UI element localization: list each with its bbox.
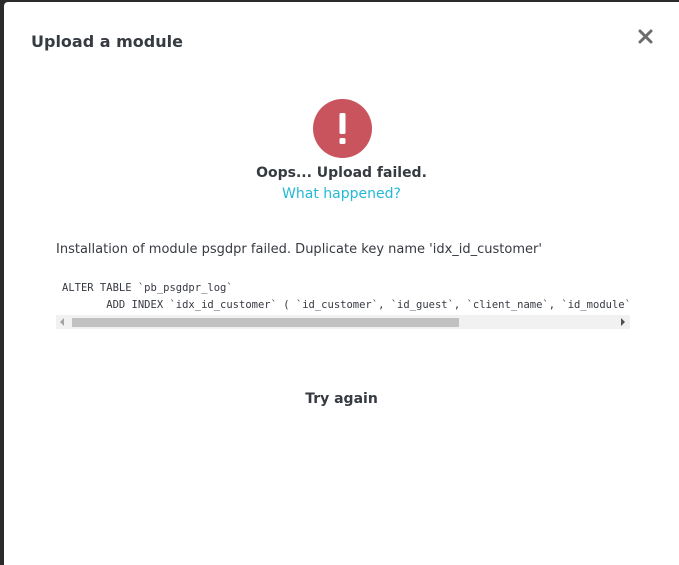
close-icon [638, 29, 653, 44]
error-status-icon [313, 99, 372, 158]
sql-error-code-block[interactable]: ALTER TABLE `pb_psgdpr_log` ADD INDEX `i… [56, 276, 630, 330]
modal-title: Upload a module [31, 32, 183, 51]
sql-code-line-1: ALTER TABLE `pb_psgdpr_log` [62, 282, 233, 294]
sql-code-line-2: ADD INDEX `idx_id_customer` ( `id_custom… [62, 299, 630, 311]
horizontal-scrollbar[interactable] [56, 315, 630, 329]
scroll-left-arrow-icon[interactable] [60, 318, 64, 326]
close-button[interactable] [635, 26, 657, 48]
upload-module-modal: Upload a module Oops... Upload failed. W… [4, 2, 679, 565]
exclamation-icon [339, 113, 346, 144]
scrollbar-thumb[interactable] [72, 318, 459, 327]
upload-failed-title: Oops... Upload failed. [256, 165, 427, 181]
scroll-right-arrow-icon[interactable] [621, 318, 625, 326]
error-message: Installation of module psgdpr failed. Du… [56, 242, 542, 257]
what-happened-link[interactable]: What happened? [4, 186, 679, 202]
try-again-button[interactable]: Try again [4, 391, 679, 407]
sql-code: ALTER TABLE `pb_psgdpr_log` ADD INDEX `i… [62, 280, 630, 314]
